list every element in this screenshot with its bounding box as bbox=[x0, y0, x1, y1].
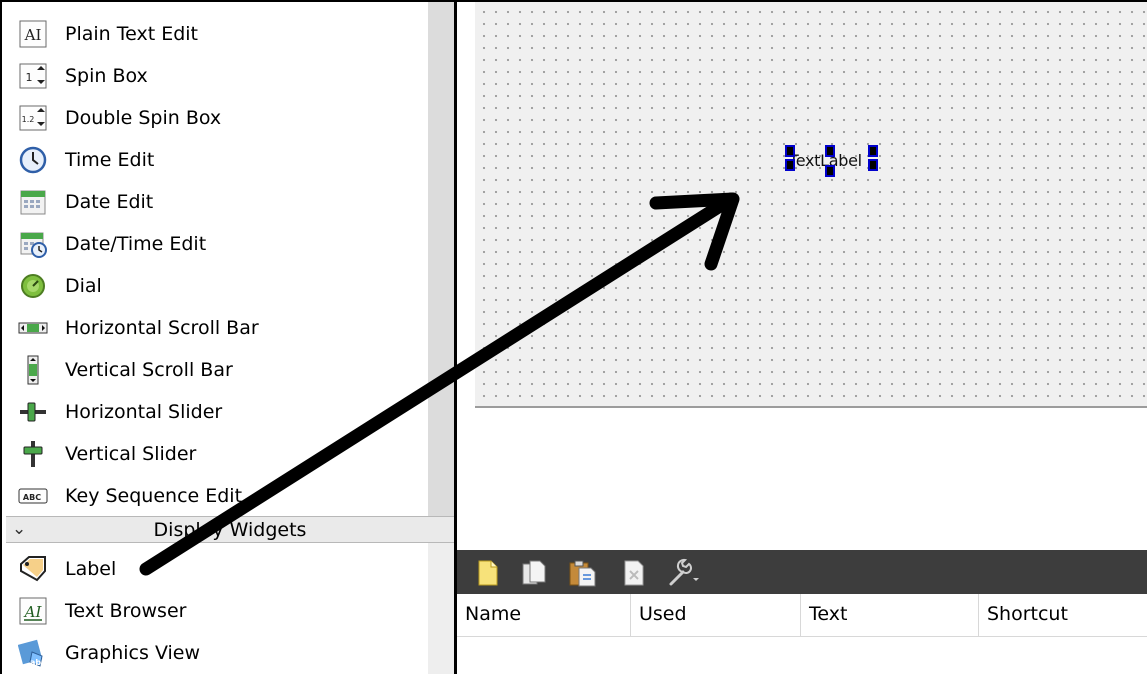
scrollbar-thumb[interactable] bbox=[428, 2, 454, 518]
date-edit-icon bbox=[18, 187, 48, 217]
horizontal-scroll-bar-icon bbox=[18, 313, 48, 343]
column-header-shortcut[interactable]: Shortcut bbox=[979, 594, 1147, 636]
form-canvas[interactable]: TextLabel bbox=[475, 2, 1147, 408]
action-toolbar bbox=[457, 550, 1147, 594]
action-table-header: Name Used Text Shortcut bbox=[457, 594, 1147, 637]
selection-handle[interactable] bbox=[868, 145, 878, 157]
plain-text-edit-icon: AI bbox=[18, 19, 48, 49]
widget-item-label: Time Edit bbox=[65, 149, 155, 171]
widget-item-date-edit[interactable]: Date Edit bbox=[2, 181, 428, 223]
date-time-edit-icon bbox=[18, 229, 48, 259]
widget-item-label: Plain Text Edit bbox=[65, 23, 198, 45]
selection-handle[interactable] bbox=[785, 145, 795, 157]
vertical-scroll-bar-icon bbox=[18, 355, 48, 385]
form-editor-area: TextLabel bbox=[457, 2, 1147, 550]
time-edit-icon bbox=[18, 145, 48, 175]
horizontal-slider-icon bbox=[18, 397, 48, 427]
widget-item-label: Key Sequence Edit bbox=[65, 485, 243, 507]
svg-text:1.2: 1.2 bbox=[22, 115, 35, 124]
widget-item-label: Graphics View bbox=[65, 642, 201, 664]
selection-handle[interactable] bbox=[825, 165, 835, 177]
action-editor-panel: Name Used Text Shortcut bbox=[457, 550, 1147, 674]
key-sequence-edit-icon: ABC bbox=[18, 481, 48, 511]
text-browser-icon: AI bbox=[18, 596, 48, 626]
svg-text:abc: abc bbox=[30, 658, 46, 667]
graphics-view-icon: abc bbox=[18, 638, 48, 668]
widget-item-horizontal-slider[interactable]: Horizontal Slider bbox=[2, 391, 428, 433]
svg-text:1: 1 bbox=[26, 71, 33, 84]
widget-item-double-spin-box[interactable]: 1.2 Double Spin Box bbox=[2, 97, 428, 139]
widget-item-dial[interactable]: Dial bbox=[2, 265, 428, 307]
widget-item-label: Spin Box bbox=[65, 65, 148, 87]
column-header-text[interactable]: Text bbox=[801, 594, 979, 636]
widget-item-label: Label bbox=[65, 558, 117, 580]
widget-item-label: Text Browser bbox=[65, 600, 187, 622]
delete-action-icon[interactable] bbox=[619, 558, 649, 588]
widget-item-spin-box[interactable]: 1 Spin Box bbox=[2, 55, 428, 97]
category-label: Display Widgets bbox=[153, 519, 307, 541]
svg-text:AI: AI bbox=[23, 603, 43, 621]
widget-item-label-widget[interactable]: Label bbox=[2, 548, 428, 590]
widget-item-text-browser[interactable]: AI Text Browser bbox=[2, 590, 428, 632]
svg-text:AI: AI bbox=[24, 26, 42, 44]
widget-item-label: Horizontal Scroll Bar bbox=[65, 317, 259, 339]
widget-item-label: Dial bbox=[65, 275, 102, 297]
widget-item-horizontal-scroll-bar[interactable]: Horizontal Scroll Bar bbox=[2, 307, 428, 349]
widget-item-time-edit[interactable]: Time Edit bbox=[2, 139, 428, 181]
selection-handle[interactable] bbox=[785, 159, 795, 171]
selection-handle[interactable] bbox=[868, 159, 878, 171]
label-icon bbox=[18, 554, 48, 584]
copy-action-icon[interactable] bbox=[519, 558, 549, 588]
widget-item-vertical-scroll-bar[interactable]: Vertical Scroll Bar bbox=[2, 349, 428, 391]
column-header-used[interactable]: Used bbox=[631, 594, 801, 636]
paste-action-icon[interactable] bbox=[567, 558, 597, 588]
widget-item-label: Horizontal Slider bbox=[65, 401, 223, 423]
widget-item-plain-text-edit[interactable]: AI Plain Text Edit bbox=[2, 13, 428, 55]
double-spin-box-icon: 1.2 bbox=[18, 103, 48, 133]
widget-item-label: Double Spin Box bbox=[65, 107, 222, 129]
widget-item-date-time-edit[interactable]: Date/Time Edit bbox=[2, 223, 428, 265]
widget-item-label: Vertical Slider bbox=[65, 443, 197, 465]
column-header-name[interactable]: Name bbox=[457, 594, 631, 636]
widget-item-label: Date/Time Edit bbox=[65, 233, 207, 255]
widget-box-panel: AI Plain Text Edit 1 Spin Box 1.2 Double… bbox=[2, 2, 428, 674]
selection-handle[interactable] bbox=[825, 145, 835, 157]
svg-text:ABC: ABC bbox=[23, 493, 41, 502]
new-action-icon[interactable] bbox=[473, 558, 503, 588]
configure-wrench-icon[interactable] bbox=[667, 558, 699, 588]
category-header-display-widgets[interactable]: ⌄ Display Widgets bbox=[6, 516, 454, 543]
widget-box-scrollbar[interactable] bbox=[428, 2, 454, 674]
widget-item-key-sequence-edit[interactable]: ABC Key Sequence Edit bbox=[2, 475, 428, 517]
widget-item-label: Date Edit bbox=[65, 191, 154, 213]
widget-item-label: Vertical Scroll Bar bbox=[65, 359, 233, 381]
widget-item-vertical-slider[interactable]: Vertical Slider bbox=[2, 433, 428, 475]
dial-icon bbox=[18, 271, 48, 301]
vertical-slider-icon bbox=[18, 439, 48, 469]
spin-box-icon: 1 bbox=[18, 61, 48, 91]
widget-item-graphics-view[interactable]: abc Graphics View bbox=[2, 632, 428, 674]
